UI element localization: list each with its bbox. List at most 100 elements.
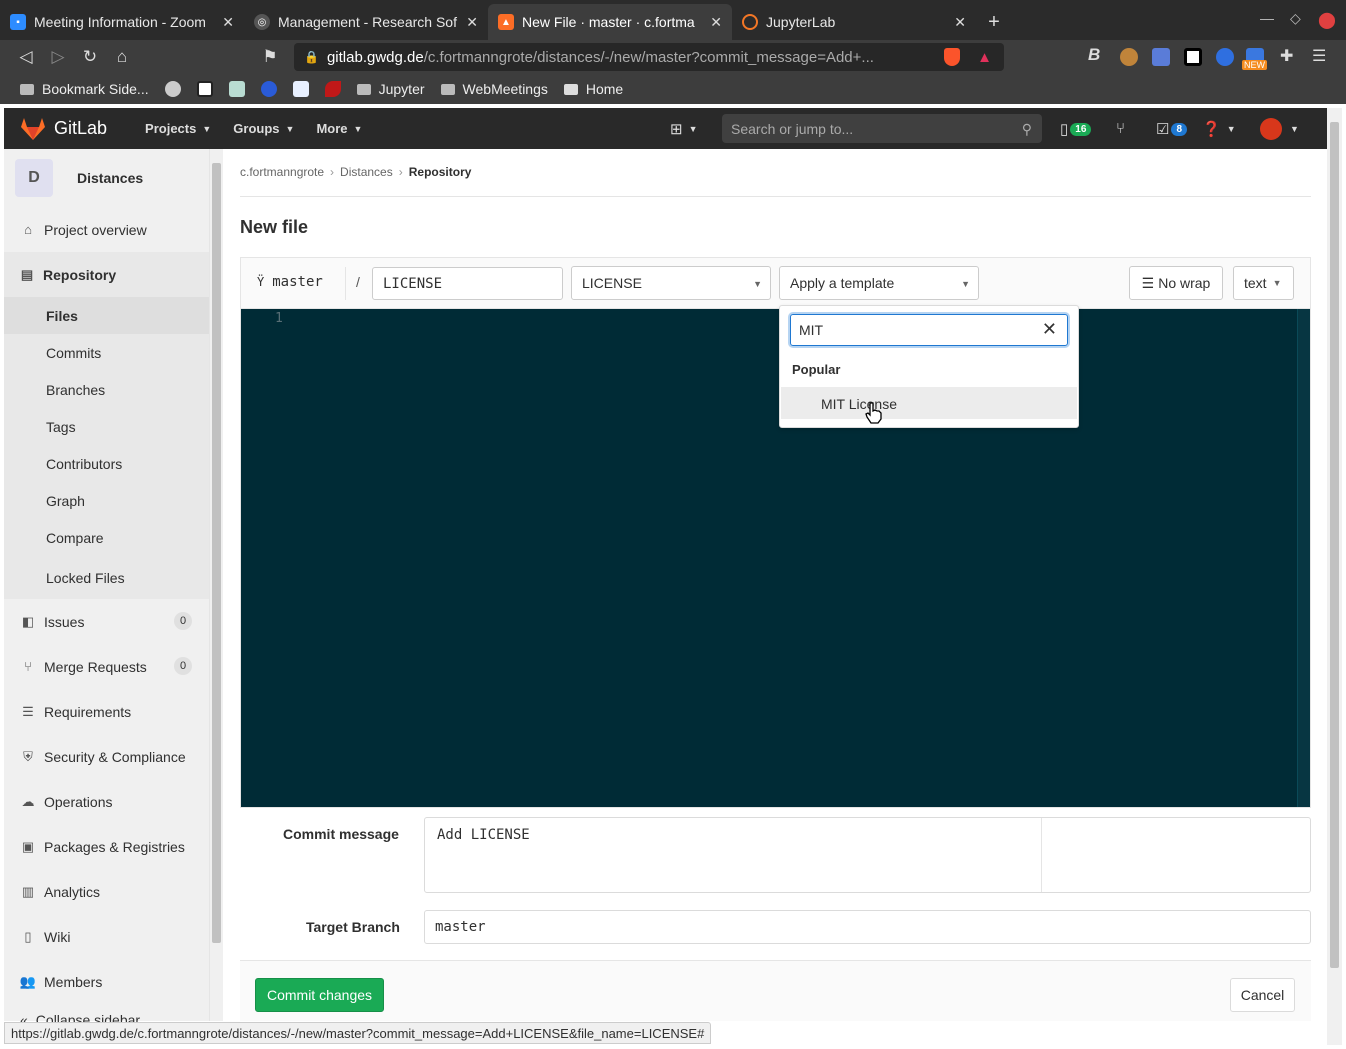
file-type-select[interactable]: LICENSE ▼ <box>571 266 771 300</box>
commit-message-value: Add LICENSE <box>437 827 530 843</box>
close-icon[interactable]: ✕ <box>710 14 722 31</box>
cloud-icon[interactable] <box>164 81 181 97</box>
sidebar-subitem-branches[interactable]: Branches <box>4 371 209 408</box>
sidebar-project-header[interactable]: D Distances <box>4 149 209 207</box>
close-icon[interactable]: ✕ <box>954 14 966 31</box>
forward-icon[interactable]: ▷ <box>42 41 74 73</box>
scrollbar-thumb[interactable] <box>1330 122 1339 968</box>
sidebar-subitem-locked-files[interactable]: Locked Files <box>4 556 209 599</box>
issues-header-icon[interactable]: ▯ 16 <box>1060 120 1092 138</box>
requirements-icon: ☰ <box>22 703 34 719</box>
extension-b-icon[interactable]: B <box>1088 45 1106 64</box>
template-select[interactable]: Apply a template ▼ <box>779 266 979 300</box>
minimize-icon[interactable]: — <box>1260 10 1274 26</box>
bookmark-sidebar[interactable]: Bookmark Side... <box>20 81 149 97</box>
globe-icon[interactable] <box>292 81 309 97</box>
commit-changes-button[interactable]: Commit changes <box>255 978 384 1012</box>
sidebar-item-security[interactable]: ⛨ Security & Compliance <box>4 734 209 779</box>
brave-shield-icon[interactable] <box>944 48 960 66</box>
cancel-button[interactable]: Cancel <box>1230 978 1295 1012</box>
bookmark-jupyter[interactable]: Jupyter <box>356 81 425 97</box>
sidebar-item-merge-requests[interactable]: ⑂ Merge Requests 0 <box>4 644 209 689</box>
tab-management[interactable]: ◎ Management - Research Sof ✕ <box>244 4 488 40</box>
sidebar-subitem-tags[interactable]: Tags <box>4 408 209 445</box>
target-branch-input[interactable]: master <box>424 910 1311 944</box>
chart-icon: ▥ <box>21 883 35 899</box>
menu-icon[interactable]: ☰ <box>1312 46 1330 65</box>
tab-zoom[interactable]: ▪ Meeting Information - Zoom ✕ <box>0 4 244 40</box>
restore-icon[interactable]: ◇ <box>1290 10 1301 27</box>
breadcrumb-user[interactable]: c.fortmanngrote <box>240 165 324 179</box>
swirl-icon[interactable] <box>260 81 277 97</box>
sidebar-subitem-files[interactable]: Files <box>4 297 209 334</box>
commit-message-label: Commit message <box>283 826 399 842</box>
tab-new-file[interactable]: ▲ New File · master · c.fortma ✕ <box>488 4 732 40</box>
soft-wrap-button[interactable]: ☰ No wrap <box>1129 266 1223 300</box>
new-tab-button[interactable]: + <box>976 4 1012 40</box>
sidebar-scrollbar[interactable] <box>210 149 223 1021</box>
scrollbar-thumb[interactable] <box>212 163 221 943</box>
qr-icon[interactable] <box>196 81 213 97</box>
back-icon[interactable]: ◁ <box>10 41 42 73</box>
template-option-mit[interactable]: MIT License <box>781 387 1077 419</box>
template-search-input[interactable]: MIT ✕ <box>790 314 1068 346</box>
code-editor[interactable]: 1 <box>240 308 1311 808</box>
todos-header-icon[interactable]: ☑ 8 <box>1156 120 1188 138</box>
extensions-puzzle-icon[interactable]: ✚ <box>1280 46 1298 65</box>
sidebar-item-wiki[interactable]: ▯ Wiki <box>4 914 209 959</box>
commit-message-textarea[interactable]: Add LICENSE <box>424 817 1311 893</box>
clear-icon[interactable]: ✕ <box>1042 319 1057 340</box>
close-icon[interactable]: ✕ <box>222 14 234 31</box>
sidebar-subitem-contributors[interactable]: Contributors <box>4 445 209 482</box>
global-search-input[interactable]: Search or jump to... ⚲ <box>722 114 1042 143</box>
feather-icon[interactable] <box>324 81 341 97</box>
sidebar-subitem-compare[interactable]: Compare <box>4 519 209 556</box>
sidebar-item-members[interactable]: 👥 Members <box>4 959 209 1004</box>
sidebar-item-repository[interactable]: ▤ Repository <box>4 252 209 297</box>
nav-groups[interactable]: Groups ▼ <box>233 121 294 136</box>
sidebar-item-operations[interactable]: ☁ Operations <box>4 779 209 824</box>
nav-more[interactable]: More ▼ <box>316 121 362 136</box>
editor-scrollbar[interactable] <box>1297 309 1310 807</box>
tab-jupyterlab[interactable]: JupyterLab ✕ <box>732 4 976 40</box>
user-avatar[interactable]: ▼ <box>1260 118 1299 140</box>
close-icon[interactable]: ✕ <box>466 14 478 31</box>
issues-count: 0 <box>174 612 192 630</box>
sidebar-subitem-graph[interactable]: Graph <box>4 482 209 519</box>
close-window-icon[interactable]: ⬤ <box>1318 10 1336 30</box>
sidebar-item-analytics[interactable]: ▥ Analytics <box>4 869 209 914</box>
divider <box>345 267 346 300</box>
home-icon[interactable]: ⌂ <box>106 41 138 73</box>
nav-projects[interactable]: Projects ▼ <box>145 121 211 136</box>
url-bar[interactable]: 🔒 gitlab.gwdg.de/c.fortmanngrote/distanc… <box>294 43 1004 71</box>
brave-rewards-icon[interactable]: ▲ <box>977 49 992 66</box>
extension-owl-icon[interactable] <box>1120 48 1138 66</box>
page-scrollbar[interactable] <box>1327 108 1342 1045</box>
bookmark-webmeetings[interactable]: WebMeetings <box>440 81 548 97</box>
reload-icon[interactable]: ↻ <box>74 41 106 73</box>
help-icon[interactable]: ❓ ▼ <box>1202 120 1236 138</box>
sidebar-item-requirements[interactable]: ☰ Requirements <box>4 689 209 734</box>
file-name-input[interactable]: LICENSE <box>372 267 563 300</box>
extension-link-icon[interactable] <box>1216 48 1234 66</box>
breadcrumb-current[interactable]: Repository <box>409 165 472 179</box>
gitlab-header: GitLab Projects ▼ Groups ▼ More ▼ ⊞ ▼ Searc… <box>4 108 1327 149</box>
form-actions <box>240 960 1311 1021</box>
editor-mode-select[interactable]: text ▼ <box>1233 266 1294 300</box>
bookmark-label: Bookmark Side... <box>42 81 149 97</box>
sidebar-item-packages[interactable]: ▣ Packages & Registries <box>4 824 209 869</box>
target-branch-label: Target Branch <box>306 919 400 935</box>
bookmark-icon[interactable]: ⚑ <box>254 41 286 73</box>
breadcrumb-project[interactable]: Distances <box>340 165 393 179</box>
sidebar-item-project-overview[interactable]: ⌂ Project overview <box>4 207 209 252</box>
leaf-icon[interactable] <box>228 81 245 97</box>
sidebar-item-issues[interactable]: ◧ Issues 0 <box>4 599 209 644</box>
new-item-plus-icon[interactable]: ⊞ ▼ <box>670 120 698 138</box>
merge-requests-header-icon[interactable]: ⑂ <box>1116 120 1125 137</box>
search-icon: ⚲ <box>1021 121 1032 137</box>
sidebar-subitem-commits[interactable]: Commits <box>4 334 209 371</box>
extension-square-icon[interactable] <box>1184 48 1202 66</box>
bookmark-home[interactable]: Home <box>563 81 623 97</box>
extension-puzzle-blue-icon[interactable] <box>1152 48 1170 66</box>
gitlab-logo[interactable]: GitLab <box>20 117 107 141</box>
